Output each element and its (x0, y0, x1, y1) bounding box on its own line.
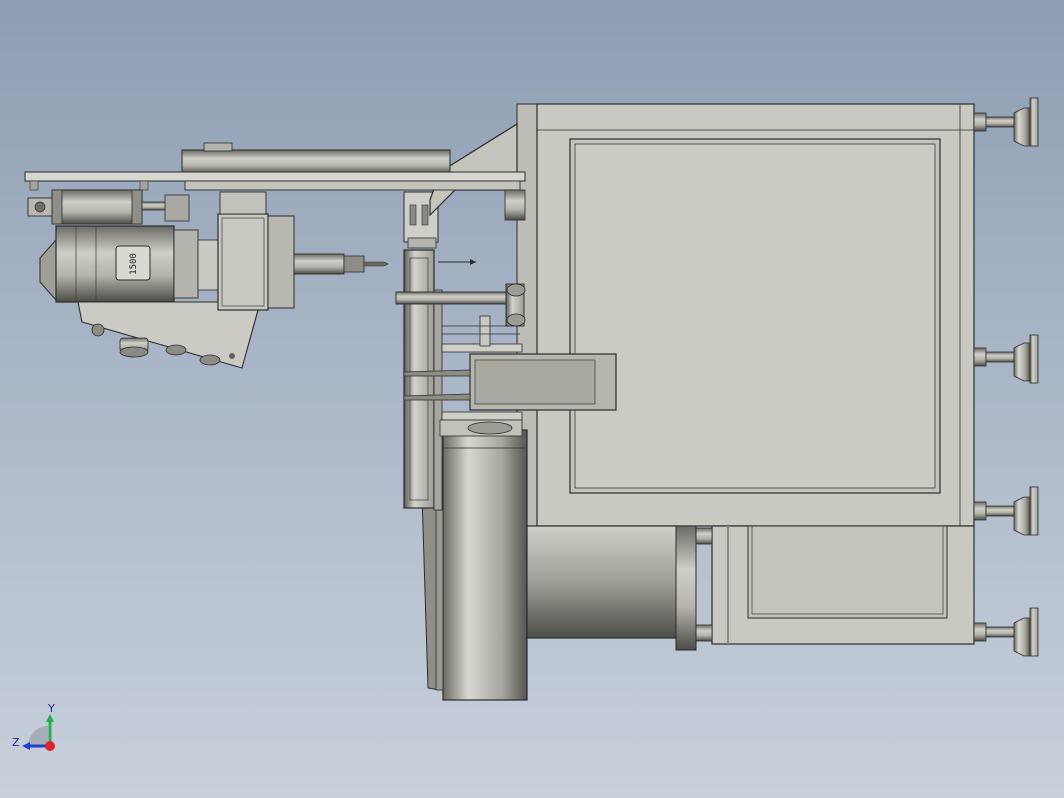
cylinder-barrel (51, 189, 143, 225)
frame-panel-inner (574, 143, 936, 489)
clamp-rail-bottom (441, 411, 523, 421)
pneumatic-cylinder (27, 189, 190, 225)
assembly-drawing: 1500 Y Z (12, 97, 1039, 751)
leveling-foot-4 (973, 607, 1039, 657)
spindle-nose (267, 215, 295, 309)
cad-viewport[interactable]: 1500 Y Z (0, 0, 1064, 798)
drill-chuck (343, 255, 365, 273)
drill-motor: 1500 (39, 225, 219, 303)
lower-box (695, 525, 975, 645)
spindle-head (217, 191, 389, 311)
motor-housing (55, 225, 175, 303)
coordinate-triad: Y Z (12, 702, 55, 751)
triad-arc (28, 726, 48, 746)
leveling-foot-1 (973, 97, 1039, 147)
rotary-disc (403, 249, 443, 511)
spindle-gearbox (217, 213, 269, 311)
shaft-bar (395, 291, 521, 305)
arm-lower-rail (184, 180, 521, 191)
lower-box-spacer-bottom (695, 624, 713, 642)
leveling-foot-3 (973, 486, 1039, 536)
lower-box-spacer-top (695, 527, 713, 545)
rotary-disc-plate (403, 249, 435, 509)
motor-label: 1500 (129, 253, 139, 275)
junction-box (77, 301, 259, 369)
drum-flange (442, 429, 528, 701)
leveling-foot-2 (973, 334, 1039, 384)
arm-top-tube (181, 149, 451, 175)
main-frame (516, 103, 975, 527)
triad-y-label: Y (47, 702, 55, 715)
arm-base-plate (24, 171, 526, 182)
triad-origin (45, 741, 55, 751)
lower-box-panel (747, 525, 948, 619)
spindle-quill (293, 253, 345, 275)
drum-end-ring (675, 525, 697, 651)
triad-z-label: Z (12, 736, 20, 749)
drum-body (526, 525, 678, 639)
motor-rear-cap (39, 238, 57, 302)
